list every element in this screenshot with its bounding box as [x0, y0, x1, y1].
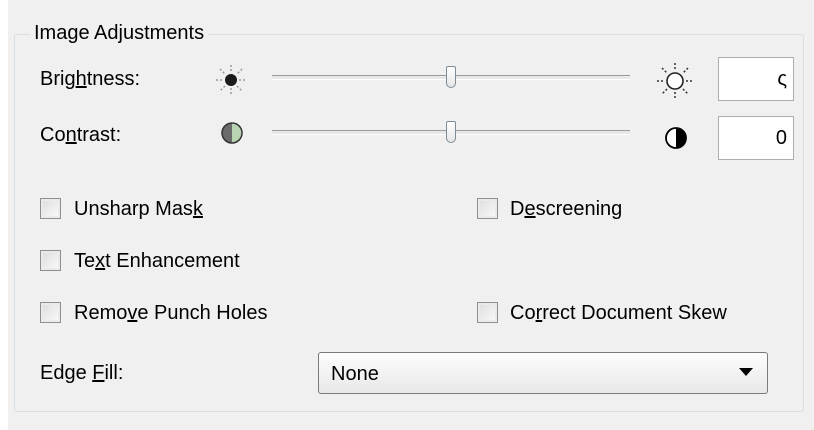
- edge-fill-label: Edge Fill:: [40, 362, 124, 384]
- sun-bright-icon: [657, 63, 693, 99]
- remove-punch-holes-label[interactable]: Remove Punch Holes: [74, 300, 267, 326]
- correct-document-skew-label[interactable]: Correct Document Skew: [510, 300, 727, 326]
- contrast-slider-thumb[interactable]: [446, 121, 456, 143]
- text-enhancement-label[interactable]: Text Enhancement: [74, 248, 240, 274]
- brightness-label: Brightness:: [40, 68, 141, 90]
- contrast-value-field[interactable]: 0: [718, 116, 794, 160]
- descreening-label[interactable]: Descreening: [510, 196, 622, 222]
- chevron-down-icon[interactable]: [739, 368, 753, 377]
- brightness-value-field[interactable]: ς: [718, 57, 794, 101]
- edge-fill-selected-value: None: [331, 363, 379, 385]
- unsharp-mask-checkbox[interactable]: [40, 198, 61, 219]
- contrast-label: Contrast:: [40, 124, 122, 146]
- edge-fill-dropdown[interactable]: None: [318, 352, 768, 394]
- unsharp-mask-label[interactable]: Unsharp Mask: [74, 196, 203, 222]
- contrast-low-icon: [221, 122, 243, 144]
- group-title: Image Adjustments: [30, 20, 209, 46]
- brightness-slider-thumb[interactable]: [446, 66, 456, 88]
- remove-punch-holes-checkbox[interactable]: [40, 302, 61, 323]
- text-enhancement-checkbox[interactable]: [40, 250, 61, 271]
- contrast-high-icon: [665, 127, 687, 149]
- descreening-checkbox[interactable]: [477, 198, 498, 219]
- sun-dim-icon: [216, 65, 246, 95]
- correct-document-skew-checkbox[interactable]: [477, 302, 498, 323]
